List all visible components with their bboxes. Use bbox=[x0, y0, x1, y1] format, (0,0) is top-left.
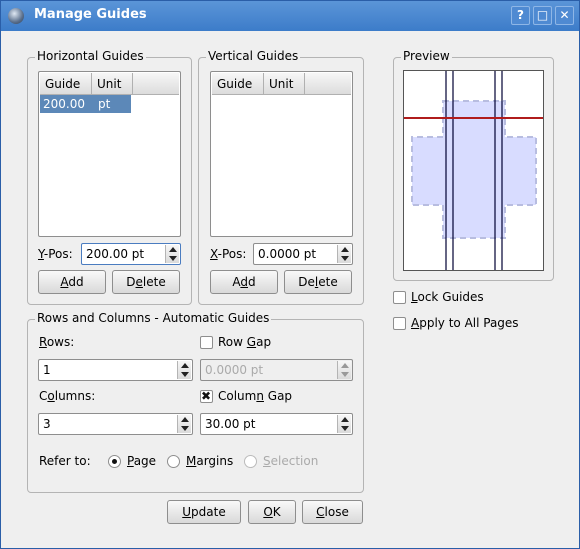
lock-guides-checkbox[interactable] bbox=[393, 291, 406, 304]
column-header-guide[interactable]: Guide bbox=[40, 73, 92, 95]
page-shape bbox=[411, 100, 537, 239]
columns-value: 3 bbox=[43, 417, 51, 431]
spin-arrows[interactable] bbox=[337, 415, 351, 433]
app-icon bbox=[8, 8, 24, 24]
refer-margins-radio[interactable] bbox=[167, 455, 180, 468]
refer-to-label: Refer to: bbox=[39, 454, 91, 468]
close-window-button[interactable]: ✕ bbox=[555, 6, 574, 25]
window-title: Manage Guides bbox=[34, 7, 147, 22]
guide-cell: 200.00 bbox=[43, 97, 85, 111]
y-pos-value: 200.00 pt bbox=[86, 247, 145, 261]
x-pos-value: 0.0000 pt bbox=[258, 247, 317, 261]
delete-vertical-button[interactable]: Delete bbox=[284, 270, 352, 294]
delete-horizontal-button[interactable]: Delete bbox=[112, 270, 180, 294]
add-vertical-button[interactable]: Add bbox=[210, 270, 278, 294]
title-bar[interactable]: Manage Guides ? □ ✕ bbox=[1, 1, 579, 31]
column-gap-value: 30.00 pt bbox=[205, 417, 256, 431]
spin-arrows[interactable] bbox=[177, 415, 191, 433]
spin-arrows[interactable] bbox=[177, 361, 191, 379]
spin-arrows[interactable] bbox=[165, 245, 179, 263]
help-button[interactable]: ? bbox=[511, 6, 530, 25]
row-gap-spinbox[interactable]: 0.0000 pt bbox=[200, 359, 353, 381]
table-row[interactable]: 200.00 pt bbox=[40, 95, 131, 113]
list-header: Guide Unit bbox=[40, 73, 179, 95]
horizontal-guides-title: Horizontal Guides bbox=[35, 49, 146, 63]
column-gap-checkbox[interactable] bbox=[200, 389, 213, 403]
columns-spinbox[interactable]: 3 bbox=[38, 413, 193, 435]
apply-all-pages-checkbox[interactable] bbox=[393, 317, 406, 330]
maximize-button[interactable]: □ bbox=[533, 6, 552, 25]
automatic-guides-title: Rows and Columns - Automatic Guides bbox=[35, 311, 272, 325]
vertical-guides-title: Vertical Guides bbox=[206, 49, 301, 63]
row-gap-checkbox[interactable] bbox=[200, 336, 213, 349]
spin-arrows[interactable] bbox=[337, 245, 351, 263]
apply-all-pages-label: Apply to All Pages bbox=[411, 316, 519, 330]
manage-guides-dialog: Manage Guides ? □ ✕ Horizontal Guides Gu… bbox=[0, 0, 580, 549]
preview-title: Preview bbox=[401, 49, 452, 63]
vertical-guides-list[interactable]: Guide Unit bbox=[210, 71, 353, 237]
preview-canvas bbox=[404, 71, 543, 270]
refer-margins-label: Margins bbox=[186, 454, 234, 468]
add-horizontal-button[interactable]: Add bbox=[38, 270, 106, 294]
column-gap-label: Column Gap bbox=[218, 389, 293, 403]
refer-selection-label: Selection bbox=[263, 454, 319, 468]
y-pos-label: Y-Pos: bbox=[38, 247, 73, 261]
rows-spinbox[interactable]: 1 bbox=[38, 359, 193, 381]
update-button[interactable]: Update bbox=[167, 500, 241, 524]
ok-button[interactable]: OK bbox=[248, 500, 296, 524]
x-pos-label: X-Pos: bbox=[210, 247, 247, 261]
lock-guides-label: Lock Guides bbox=[411, 290, 484, 304]
preview-page bbox=[403, 70, 544, 271]
columns-label: Columns: bbox=[39, 389, 96, 403]
refer-page-label: Page bbox=[127, 454, 157, 468]
rows-label: Rows: bbox=[39, 335, 75, 349]
spin-arrows[interactable] bbox=[337, 361, 351, 379]
x-pos-spinbox[interactable]: 0.0000 pt bbox=[253, 243, 353, 265]
rows-value: 1 bbox=[43, 363, 51, 377]
row-gap-value: 0.0000 pt bbox=[205, 363, 264, 377]
refer-page-radio[interactable] bbox=[108, 455, 121, 468]
horizontal-guides-list[interactable]: Guide Unit 200.00 pt bbox=[38, 71, 181, 237]
unit-cell: pt bbox=[98, 97, 111, 111]
column-header-guide[interactable]: Guide bbox=[212, 73, 264, 95]
column-gap-spinbox[interactable]: 30.00 pt bbox=[200, 413, 353, 435]
row-gap-label: Row Gap bbox=[218, 335, 272, 349]
close-button[interactable]: Close bbox=[302, 500, 363, 524]
refer-selection-radio[interactable] bbox=[244, 455, 257, 468]
list-header: Guide Unit bbox=[212, 73, 351, 95]
column-header-unit[interactable]: Unit bbox=[264, 73, 305, 95]
y-pos-spinbox[interactable]: 200.00 pt bbox=[81, 243, 181, 265]
column-header-unit[interactable]: Unit bbox=[92, 73, 133, 95]
